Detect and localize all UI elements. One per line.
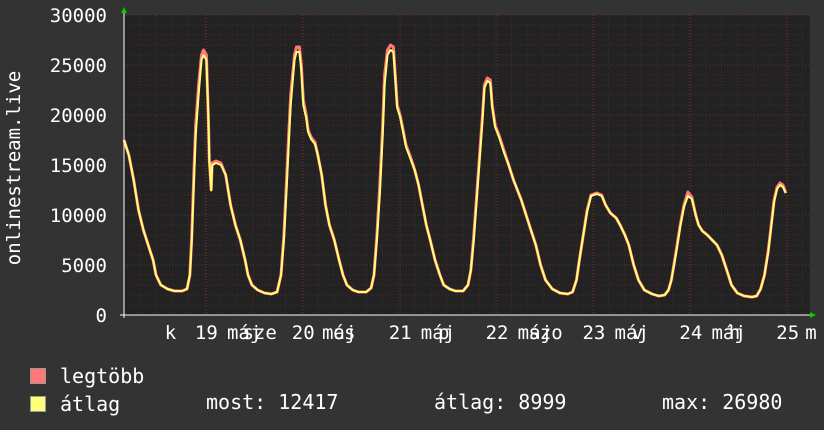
y-tick-label: 15000 [50, 155, 107, 177]
x-tick-label: v [632, 322, 643, 344]
x-tick-label: 23 [582, 322, 605, 344]
y-tick-label: 5000 [61, 255, 107, 277]
y-tick-label: 10000 [50, 205, 107, 227]
legend-swatch-max [30, 368, 46, 384]
x-tick-labels: k 19 májsze 20 májcs 21 májp 22 májszo 23 májv 24 má… [165, 322, 817, 344]
legend-row-max: legtöbb [30, 362, 144, 390]
stat-avg: átlag: 8999 [434, 390, 567, 414]
x-tick-label: p [438, 322, 449, 344]
legend-swatch-avg [30, 396, 46, 412]
x-tick-label: cs [333, 322, 356, 344]
y-tick-label: 30000 [50, 5, 107, 27]
x-tick-label: szo [528, 322, 562, 344]
x-tick-label: sze [242, 322, 276, 344]
x-tick-label: h [729, 322, 740, 344]
traffic-chart: 050001000015000200002500030000 k 19 májsze… [3, 5, 817, 344]
y-tick-label: 25000 [50, 55, 107, 77]
x-tick-label: 19 [195, 322, 218, 344]
x-tick-label: 22 [486, 322, 509, 344]
y-tick-label: 0 [96, 305, 107, 327]
x-tick-label: 21 [389, 322, 412, 344]
x-tick-label: 24 [679, 322, 702, 344]
x-axis-arrow [810, 312, 816, 318]
x-tick-label: m [805, 322, 816, 344]
stat-now: most: 12417 [206, 390, 339, 414]
stat-max: max: 26980 [662, 390, 783, 414]
y-axis-label: onlinestream.live [3, 71, 25, 265]
legend-label-max: legtöbb [60, 364, 145, 388]
legend-label-avg: átlag [60, 392, 121, 416]
x-tick-label: 25 [776, 322, 799, 344]
y-tick-labels: 0 5000 10000 15000 20000 25000 30000 [50, 5, 107, 327]
x-tick-label: 20 [292, 322, 315, 344]
y-tick-label: 20000 [50, 105, 107, 127]
legend-row-avg: átlag [30, 390, 144, 418]
legend: legtöbb átlag [30, 362, 144, 418]
y-axis-arrow [121, 7, 127, 13]
x-tick-label: k [165, 322, 177, 344]
